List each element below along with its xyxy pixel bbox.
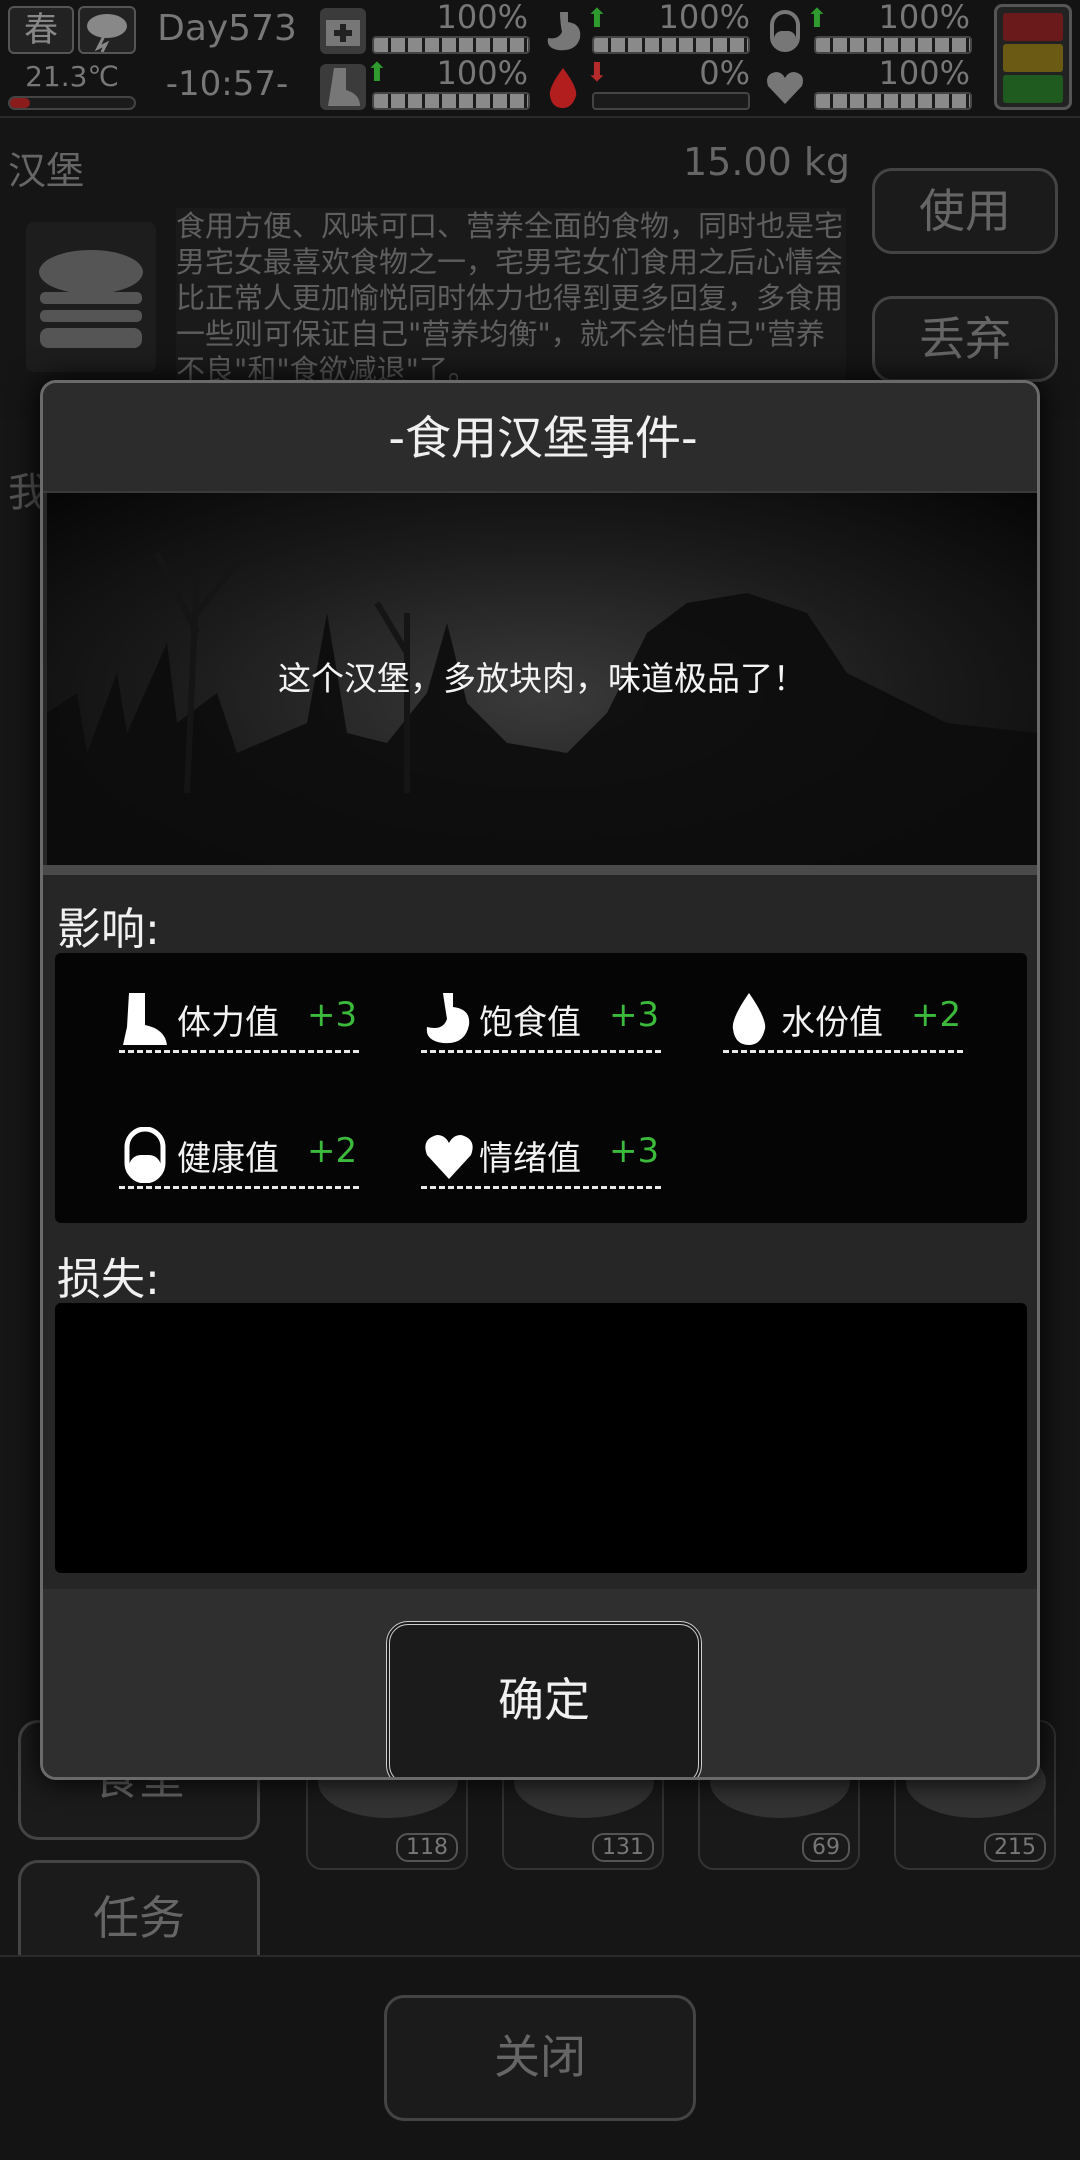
item-weight: 15.00 kg <box>683 140 850 184</box>
dialog-title: -食用汉堡事件- <box>43 383 1037 493</box>
divider <box>43 865 1037 875</box>
heart-icon <box>421 1127 473 1183</box>
heart-bar <box>814 92 972 110</box>
effect-name: 水份值 <box>781 1003 883 1043</box>
use-button[interactable]: 使用 <box>872 168 1058 254</box>
heart-icon <box>762 64 808 110</box>
pill-percent: 100% <box>878 0 970 36</box>
boot-percent: 100% <box>436 54 528 92</box>
slot-count: 69 <box>802 1833 850 1862</box>
stomach-percent: 100% <box>658 0 750 36</box>
danger-indicator[interactable] <box>994 4 1072 110</box>
clock: -10:57- <box>165 64 289 104</box>
confirm-button[interactable]: 确定 <box>386 1621 702 1777</box>
storm-cloud-icon <box>78 6 136 54</box>
event-message: 这个汉堡，多放块肉，味道极品了！ <box>278 659 806 698</box>
effect-name: 体力值 <box>177 1003 279 1043</box>
effect-value: +3 <box>609 1131 660 1171</box>
close-button[interactable]: 关闭 <box>384 1995 696 2121</box>
item-name: 汉堡 <box>8 149 85 193</box>
losses-heading: 损失: <box>57 1254 160 1305</box>
slot-count: 118 <box>396 1833 458 1862</box>
medkit-percent: 100% <box>436 0 528 36</box>
water-percent: 0% <box>699 54 750 92</box>
effect-value: +3 <box>307 995 358 1035</box>
pill-bar <box>814 36 972 54</box>
status-bar: 春 21.3℃ Day573 -10:57- 100% ⬆ 100% ⬆ 100… <box>0 0 1080 118</box>
effect-value: +2 <box>307 1131 358 1171</box>
effect-hydration: 水份值 +2 <box>723 983 963 1053</box>
effect-name: 情绪值 <box>479 1139 581 1179</box>
effect-name: 健康值 <box>177 1139 279 1179</box>
boot-bar <box>372 92 530 110</box>
burger-icon <box>26 222 156 372</box>
temperature-bar <box>8 96 136 110</box>
stomach-icon <box>421 991 473 1047</box>
stomach-icon <box>540 8 586 54</box>
day-counter: Day573 <box>157 8 297 49</box>
slot-count: 215 <box>984 1833 1046 1862</box>
water-drop-icon <box>723 991 775 1047</box>
slot-count: 131 <box>592 1833 654 1862</box>
effects-panel: 体力值 +3 饱食值 +3 水份值 +2 健康值 +2 情绪值 +3 <box>55 953 1027 1223</box>
effect-health: 健康值 +2 <box>119 1119 359 1189</box>
effect-mood: 情绪值 +3 <box>421 1119 661 1189</box>
effect-name: 饱食值 <box>479 1003 581 1043</box>
pill-icon <box>762 8 808 54</box>
season-badge: 春 <box>8 6 74 54</box>
heart-percent: 100% <box>878 54 970 92</box>
event-scene-image: 这个汉堡，多放块肉，味道极品了！ <box>47 493 1037 865</box>
losses-panel <box>55 1303 1027 1573</box>
event-dialog: -食用汉堡事件- 这个汉堡，多放块肉，味道极品了！ 影响: 体力值 +3 饱食值… <box>40 380 1040 1780</box>
effect-stamina: 体力值 +3 <box>119 983 359 1053</box>
effect-value: +2 <box>911 995 962 1035</box>
boot-icon <box>320 64 366 110</box>
game-screen: 春 21.3℃ Day573 -10:57- 100% ⬆ 100% ⬆ 100… <box>0 0 1080 2160</box>
bottom-bar: 关闭 <box>0 1955 1080 2160</box>
medkit-bar <box>372 36 530 54</box>
item-description: 食用方便、风味可口、营养全面的食物，同时也是宅男宅女最喜欢食物之一，宅男宅女们食… <box>176 208 846 384</box>
discard-button[interactable]: 丢弃 <box>872 296 1058 382</box>
effects-heading: 影响: <box>57 904 160 955</box>
temperature-label: 21.3℃ <box>25 60 119 93</box>
medkit-icon <box>320 8 366 54</box>
pill-icon <box>119 1126 171 1184</box>
effect-satiety: 饱食值 +3 <box>421 983 661 1053</box>
water-drop-icon <box>540 64 586 110</box>
boot-icon <box>119 991 171 1047</box>
water-bar <box>592 92 750 110</box>
effect-value: +3 <box>609 995 660 1035</box>
stomach-bar <box>592 36 750 54</box>
